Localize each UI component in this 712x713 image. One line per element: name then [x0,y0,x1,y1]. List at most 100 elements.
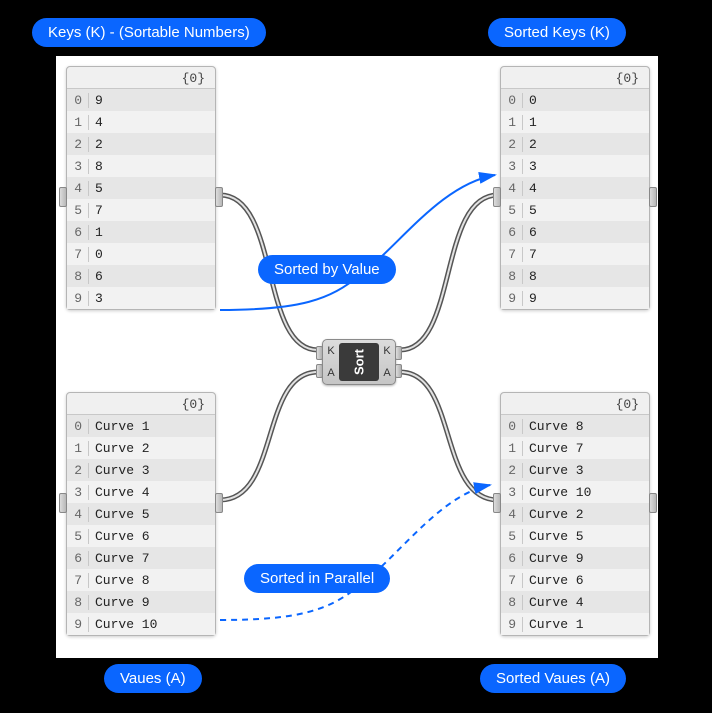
row-value: 7 [89,203,215,218]
table-row: 3Curve 10 [501,481,649,503]
row-value: Curve 9 [523,551,649,566]
row-value: Curve 6 [89,529,215,544]
row-value: Curve 5 [523,529,649,544]
panel-input-nub[interactable] [59,187,67,207]
port-in-k[interactable] [316,346,323,360]
row-index: 7 [67,573,89,588]
row-value: Curve 1 [523,617,649,632]
label-sorted-keys: Sorted Keys (K) [488,18,626,47]
row-value: Curve 9 [89,595,215,610]
row-index: 5 [67,529,89,544]
row-index: 3 [67,485,89,500]
label-sorted-values: Sorted Vaues (A) [480,664,626,693]
panel-input-nub[interactable] [493,493,501,513]
row-value: 9 [89,93,215,108]
panel-header: {0} [67,67,215,89]
row-index: 5 [67,203,89,218]
panel-header: {0} [501,67,649,89]
table-row: 9Curve 10 [67,613,215,635]
label-sorted-in-parallel: Sorted in Parallel [244,564,390,593]
row-value: Curve 8 [89,573,215,588]
label-sorted-by-value: Sorted by Value [258,255,396,284]
table-row: 1Curve 7 [501,437,649,459]
panel-header: {0} [501,393,649,415]
table-row: 9Curve 1 [501,613,649,635]
row-value: Curve 2 [89,441,215,456]
table-row: 38 [67,155,215,177]
port-label-a: A [327,367,334,379]
row-value: Curve 1 [89,419,215,434]
row-value: 9 [523,291,649,306]
row-index: 7 [501,573,523,588]
row-index: 3 [67,159,89,174]
row-index: 0 [67,93,89,108]
row-index: 9 [501,291,523,306]
row-index: 8 [67,595,89,610]
row-value: Curve 3 [89,463,215,478]
table-row: 61 [67,221,215,243]
panel-values[interactable]: {0} 0Curve 11Curve 22Curve 33Curve 44Cur… [66,392,216,636]
panel-header: {0} [67,393,215,415]
port-label-k: K [383,345,390,357]
table-row: 99 [501,287,649,309]
table-row: 7Curve 8 [67,569,215,591]
panel-output-nub[interactable] [215,187,223,207]
row-value: 7 [523,247,649,262]
panel-output-nub[interactable] [649,187,657,207]
table-row: 8Curve 9 [67,591,215,613]
row-value: Curve 5 [89,507,215,522]
table-row: 0Curve 8 [501,415,649,437]
row-index: 2 [67,463,89,478]
row-value: Curve 4 [89,485,215,500]
panel-keys[interactable]: {0} 09142238455761708693 [66,66,216,310]
row-index: 9 [501,617,523,632]
table-row: 44 [501,177,649,199]
row-value: 8 [523,269,649,284]
table-row: 93 [67,287,215,309]
row-value: 8 [89,159,215,174]
row-index: 8 [67,269,89,284]
row-value: 5 [89,181,215,196]
row-index: 1 [501,441,523,456]
row-index: 1 [67,441,89,456]
panel-sorted-keys[interactable]: {0} 00112233445566778899 [500,66,650,310]
table-row: 5Curve 6 [67,525,215,547]
row-index: 8 [501,595,523,610]
port-in-a[interactable] [316,364,323,378]
row-index: 6 [501,225,523,240]
row-index: 4 [501,181,523,196]
table-row: 22 [501,133,649,155]
row-index: 9 [67,617,89,632]
row-value: 4 [89,115,215,130]
table-row: 22 [67,133,215,155]
table-row: 66 [501,221,649,243]
row-index: 6 [67,225,89,240]
row-index: 4 [67,507,89,522]
table-row: 6Curve 7 [67,547,215,569]
row-value: 4 [523,181,649,196]
panel-sorted-values[interactable]: {0} 0Curve 81Curve 72Curve 33Curve 104Cu… [500,392,650,636]
row-value: Curve 8 [523,419,649,434]
panel-input-nub[interactable] [59,493,67,513]
panel-output-nub[interactable] [649,493,657,513]
table-row: 70 [67,243,215,265]
row-index: 3 [501,485,523,500]
table-row: 14 [67,111,215,133]
row-index: 4 [501,507,523,522]
port-out-k[interactable] [395,346,402,360]
row-index: 7 [501,247,523,262]
table-row: 5Curve 5 [501,525,649,547]
table-row: 55 [501,199,649,221]
table-row: 57 [67,199,215,221]
table-row: 11 [501,111,649,133]
table-row: 3Curve 4 [67,481,215,503]
row-index: 6 [67,551,89,566]
sort-component[interactable]: K A Sort K A [322,339,396,385]
row-value: Curve 10 [523,485,649,500]
row-value: Curve 7 [523,441,649,456]
port-out-a[interactable] [395,364,402,378]
panel-output-nub[interactable] [215,493,223,513]
panel-input-nub[interactable] [493,187,501,207]
table-row: 8Curve 4 [501,591,649,613]
row-index: 2 [67,137,89,152]
